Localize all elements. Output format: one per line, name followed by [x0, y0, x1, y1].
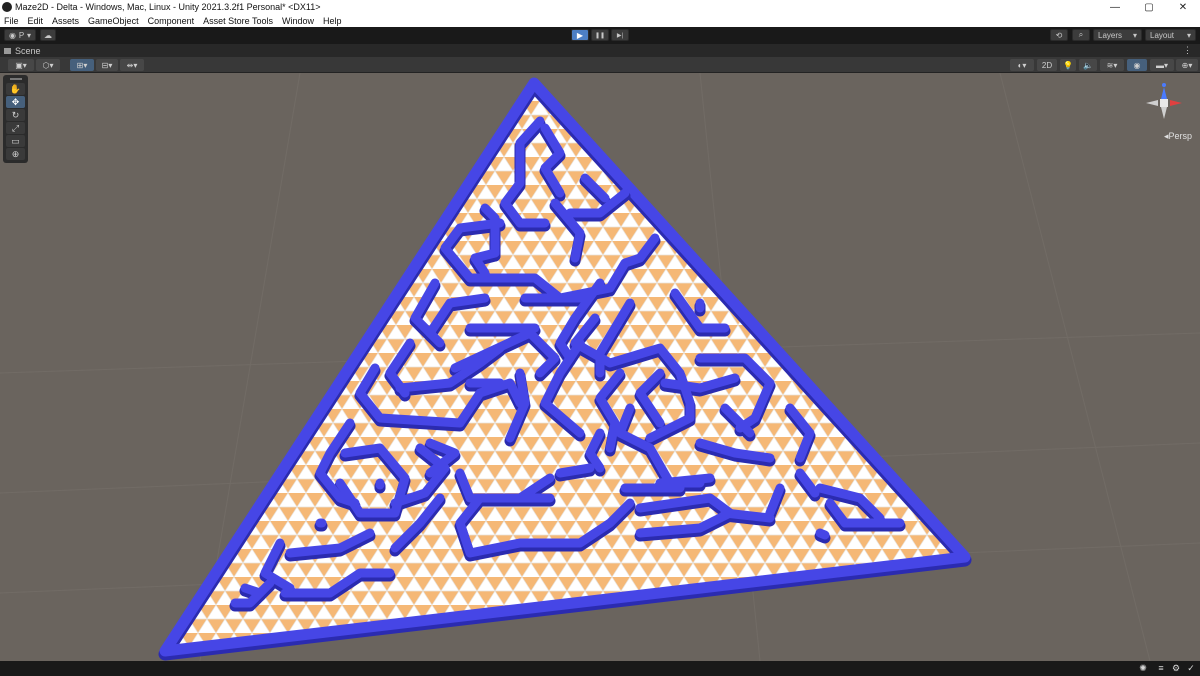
tool-palette-grip[interactable] — [9, 78, 22, 80]
scene-tab-bar: Scene ⋮ — [0, 44, 1200, 57]
bug-icon[interactable]: ⚙ — [1171, 663, 1181, 673]
orientation-gizmo[interactable] — [1140, 79, 1188, 127]
layers-icon[interactable]: ≡ — [1156, 663, 1166, 673]
main-toolbar: ◉ P ▾ ☁ ▶ ❚❚ ▶| ⟲ ⌕ Layers ▾ Layout ▾ — [0, 27, 1200, 44]
pause-button[interactable]: ❚❚ — [591, 29, 609, 41]
mode-2d-label: 2D — [1041, 60, 1053, 70]
gizmos-dropdown[interactable]: ⊕▾ — [1176, 59, 1198, 71]
gizmos-icon: ⊕▾ — [1181, 60, 1193, 70]
scene-canvas[interactable] — [0, 73, 1200, 661]
menu-help[interactable]: Help — [323, 16, 342, 26]
status-bar: ✺ ≡ ⚙ ✓ — [0, 661, 1200, 676]
render-mode-dropdown[interactable]: ◐▾ — [1010, 59, 1034, 71]
pivot-icon: ⇹▾ — [126, 60, 138, 70]
minimize-button[interactable]: — — [1098, 0, 1132, 14]
projection-toggle[interactable]: ◂Persp — [1164, 131, 1192, 142]
increment-snap-dropdown[interactable]: ⊟▾ — [96, 59, 118, 71]
cloud-button[interactable]: ☁ — [40, 29, 56, 41]
rect-icon[interactable]: ▭ — [6, 135, 25, 147]
effects-dropdown[interactable]: ≋▾ — [1100, 59, 1124, 71]
rotate-icon[interactable]: ↻ — [6, 109, 25, 121]
scene-icon — [4, 47, 11, 54]
tool-palette: ✋ ✥ ↻ ⤢ ▭ ⊕ — [3, 75, 28, 163]
shaded-icon: ▣▾ — [15, 60, 27, 70]
tab-scene[interactable]: Scene — [4, 44, 41, 57]
step-button[interactable]: ▶| — [611, 29, 629, 41]
search-icon: ⌕ — [1078, 30, 1084, 39]
gizmo-neg-x-arrow[interactable] — [1146, 100, 1158, 106]
menu-window[interactable]: Window — [282, 16, 314, 26]
history-button[interactable]: ⟲ — [1050, 29, 1068, 41]
chevron-down-icon: ▾ — [1132, 30, 1137, 40]
maximize-button[interactable]: ▢ — [1132, 0, 1166, 14]
pause-icon: ❚❚ — [594, 32, 606, 39]
gizmo-x-arrow[interactable] — [1170, 100, 1182, 106]
gizmo-z-dot — [1162, 83, 1166, 87]
grid-snap-toggle[interactable]: ⊞▾ — [70, 59, 94, 71]
window-controls: — ▢ ✕ — [1098, 0, 1200, 14]
layers-label: Layers — [1098, 30, 1123, 40]
gizmo-y-arrow[interactable] — [1161, 87, 1167, 99]
eye-icon: ◉ — [1133, 60, 1141, 70]
play-button[interactable]: ▶ — [571, 29, 589, 41]
play-icon: ▶ — [576, 30, 584, 40]
unity-logo-icon — [2, 2, 12, 12]
layout-label: Layout — [1150, 30, 1175, 40]
tab-scene-label: Scene — [15, 45, 41, 56]
camera-dropdown[interactable]: ▬▾ — [1150, 59, 1174, 71]
transform-icon[interactable]: ⊕ — [6, 148, 25, 160]
scene-viewport[interactable]: ✋ ✥ ↻ ⤢ ▭ ⊕ ◂Persp — [0, 73, 1200, 661]
scene-view-toolbar: ▣▾ ⬡▾ ⊞▾ ⊟▾ ⇹▾ ◐▾ 2D 💡 🔈 ≋▾ ◉ ▬▾ ⊕▾ — [0, 57, 1200, 73]
lightbulb-icon: 💡 — [1063, 60, 1073, 70]
cube-icon: ⬡▾ — [42, 60, 54, 70]
account-label: P — [18, 30, 25, 40]
window-title-bar: Maze2D - Delta - Windows, Mac, Linux - U… — [0, 0, 1200, 14]
account-dropdown[interactable]: ◉ P ▾ — [4, 29, 36, 41]
menu-asset-store-tools[interactable]: Asset Store Tools — [203, 16, 273, 26]
effects-icon: ≋▾ — [1106, 60, 1118, 70]
draw-mode-dropdown[interactable]: ▣▾ — [8, 59, 34, 71]
more-options-icon[interactable]: ⋮ — [1183, 45, 1192, 56]
cloud-icon: ☁ — [44, 30, 52, 40]
layers-dropdown[interactable]: Layers ▾ — [1093, 29, 1142, 41]
menu-component[interactable]: Component — [148, 16, 195, 26]
gizmo-neg-y-arrow[interactable] — [1161, 107, 1167, 119]
gizmo-center-cube[interactable] — [1160, 99, 1168, 107]
lighting-toggle[interactable]: 💡 — [1060, 59, 1076, 71]
check-icon[interactable]: ✓ — [1186, 663, 1196, 673]
window-title: Maze2D - Delta - Windows, Mac, Linux - U… — [15, 2, 321, 12]
chevron-down-icon: ▾ — [26, 30, 31, 40]
persp-label: Persp — [1168, 131, 1192, 141]
account-icon: ◉ — [9, 30, 16, 40]
lighting-progress-icon[interactable]: ✺ — [1138, 663, 1148, 673]
camera-icon: ▬▾ — [1155, 60, 1168, 70]
snap-icon: ⊟▾ — [101, 60, 113, 70]
menu-edit[interactable]: Edit — [28, 16, 44, 26]
pivot-dropdown[interactable]: ⇹▾ — [120, 59, 144, 71]
chevron-down-icon: ▾ — [1186, 30, 1191, 40]
close-button[interactable]: ✕ — [1166, 0, 1200, 14]
menu-file[interactable]: File — [4, 16, 19, 26]
camera-mode-dropdown[interactable]: ⬡▾ — [36, 59, 60, 71]
audio-toggle[interactable]: 🔈 — [1079, 59, 1097, 71]
menu-assets[interactable]: Assets — [52, 16, 79, 26]
step-icon: ▶| — [616, 32, 624, 39]
hidden-objects-toggle[interactable]: ◉ — [1127, 59, 1147, 71]
menu-bar: File Edit Assets GameObject Component As… — [0, 14, 1200, 27]
scale-icon[interactable]: ⤢ — [6, 122, 25, 134]
speaker-icon: 🔈 — [1083, 60, 1093, 70]
history-icon: ⟲ — [1055, 30, 1063, 40]
layout-dropdown[interactable]: Layout ▾ — [1145, 29, 1196, 41]
menu-gameobject[interactable]: GameObject — [88, 16, 139, 26]
move-icon[interactable]: ✥ — [6, 96, 25, 108]
grid-icon: ⊞▾ — [76, 60, 88, 70]
sphere-icon: ◐▾ — [1017, 60, 1027, 70]
hand-icon[interactable]: ✋ — [6, 83, 25, 95]
mode-2d-toggle[interactable]: 2D — [1037, 59, 1057, 71]
search-button[interactable]: ⌕ — [1072, 29, 1090, 41]
